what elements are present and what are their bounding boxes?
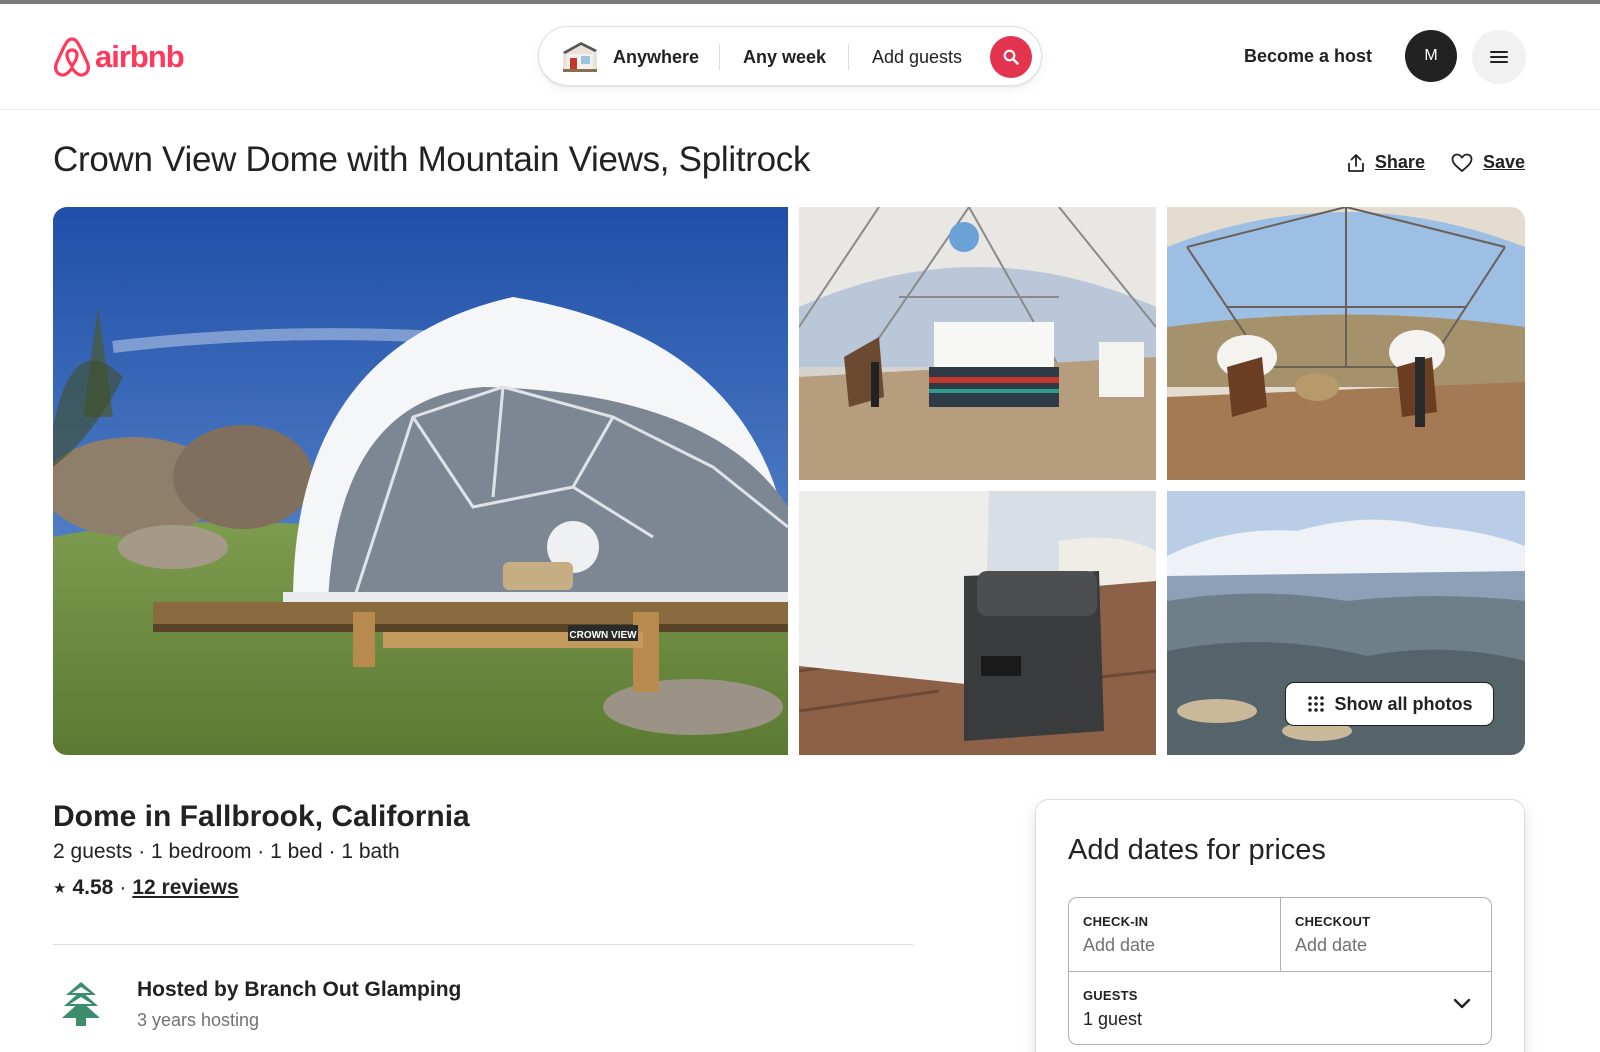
guests-value: 1 guest xyxy=(1083,1009,1143,1029)
save-label: Save xyxy=(1482,152,1525,172)
search-button[interactable] xyxy=(990,36,1032,78)
search-divider xyxy=(719,44,720,70)
rating-value: 4.58 xyxy=(72,876,114,899)
gallery-photo-main[interactable]: CROWN VIEW xyxy=(53,207,788,755)
search-divider xyxy=(848,44,849,70)
star-icon: ★ xyxy=(53,880,67,897)
share-icon xyxy=(1348,153,1364,172)
user-avatar[interactable]: M xyxy=(1405,30,1457,82)
search-icon xyxy=(1003,49,1019,65)
crown-view-sign-text: CROWN VIEW xyxy=(569,630,637,641)
heart-icon xyxy=(1451,153,1473,172)
section-divider xyxy=(53,944,913,945)
host-tree-icon[interactable] xyxy=(56,978,106,1028)
checkin-value: Add date xyxy=(1083,935,1156,955)
logo-wordmark: airbnb xyxy=(95,39,185,74)
checkin-field[interactable]: CHECK-IN Add date xyxy=(1069,898,1281,971)
house-icon xyxy=(563,42,597,72)
listing-details: 2 guests · 1 bedroom · 1 bed · 1 bath xyxy=(53,840,400,863)
checkout-value: Add date xyxy=(1295,935,1368,955)
search-bar[interactable]: Anywhere Any week Add guests xyxy=(538,26,1042,86)
host-years: 3 years hosting xyxy=(137,1010,260,1030)
search-anywhere[interactable]: Anywhere xyxy=(613,27,699,87)
gallery-photo-equipment[interactable] xyxy=(799,491,1156,755)
share-button[interactable]: Share xyxy=(1347,152,1425,173)
search-any-week[interactable]: Any week xyxy=(743,27,826,87)
booking-card: Add dates for prices CHECK-IN Add date C… xyxy=(1035,799,1525,1052)
menu-button[interactable] xyxy=(1472,30,1526,84)
booking-title: Add dates for prices xyxy=(1068,834,1326,866)
gallery-photo-bedroom[interactable] xyxy=(799,207,1156,480)
rating-row: ★ 4.58 · 12 reviews xyxy=(53,876,239,900)
site-header: airbnb Anywhere Any week Add guests Beco… xyxy=(0,4,1600,110)
become-host-link[interactable]: Become a host xyxy=(1244,46,1372,67)
listing-title: Crown View Dome with Mountain Views, Spl… xyxy=(53,140,811,179)
title-actions: Share Save xyxy=(1347,152,1525,173)
host-name: Hosted by Branch Out Glamping xyxy=(137,978,462,1001)
show-all-photos-label: Show all photos xyxy=(1334,693,1473,714)
gallery-photo-lounge[interactable] xyxy=(1167,207,1525,480)
guests-label: GUESTS xyxy=(1083,988,1138,1003)
checkout-label: CHECKOUT xyxy=(1295,914,1371,929)
guests-field[interactable]: GUESTS 1 guest xyxy=(1069,971,1491,1045)
hamburger-menu-icon xyxy=(1490,51,1508,63)
save-button[interactable]: Save xyxy=(1451,152,1525,173)
listing-location-heading: Dome in Fallbrook, California xyxy=(53,800,470,833)
grid-dots-icon xyxy=(1307,696,1324,712)
rating-separator: · xyxy=(119,876,127,899)
search-add-guests[interactable]: Add guests xyxy=(872,27,962,87)
date-guest-picker: CHECK-IN Add date CHECKOUT Add date GUES… xyxy=(1068,897,1492,1045)
checkout-field[interactable]: CHECKOUT Add date xyxy=(1281,898,1493,971)
reviews-link[interactable]: 12 reviews xyxy=(132,876,238,900)
airbnb-logo-icon xyxy=(53,37,91,77)
show-all-photos-button[interactable]: Show all photos xyxy=(1285,682,1494,726)
share-label: Share xyxy=(1374,152,1425,172)
chevron-down-icon xyxy=(1453,998,1471,1009)
airbnb-logo[interactable]: airbnb xyxy=(53,36,185,78)
photo-gallery: CROWN VIEW xyxy=(53,207,1525,755)
checkin-label: CHECK-IN xyxy=(1083,914,1149,929)
